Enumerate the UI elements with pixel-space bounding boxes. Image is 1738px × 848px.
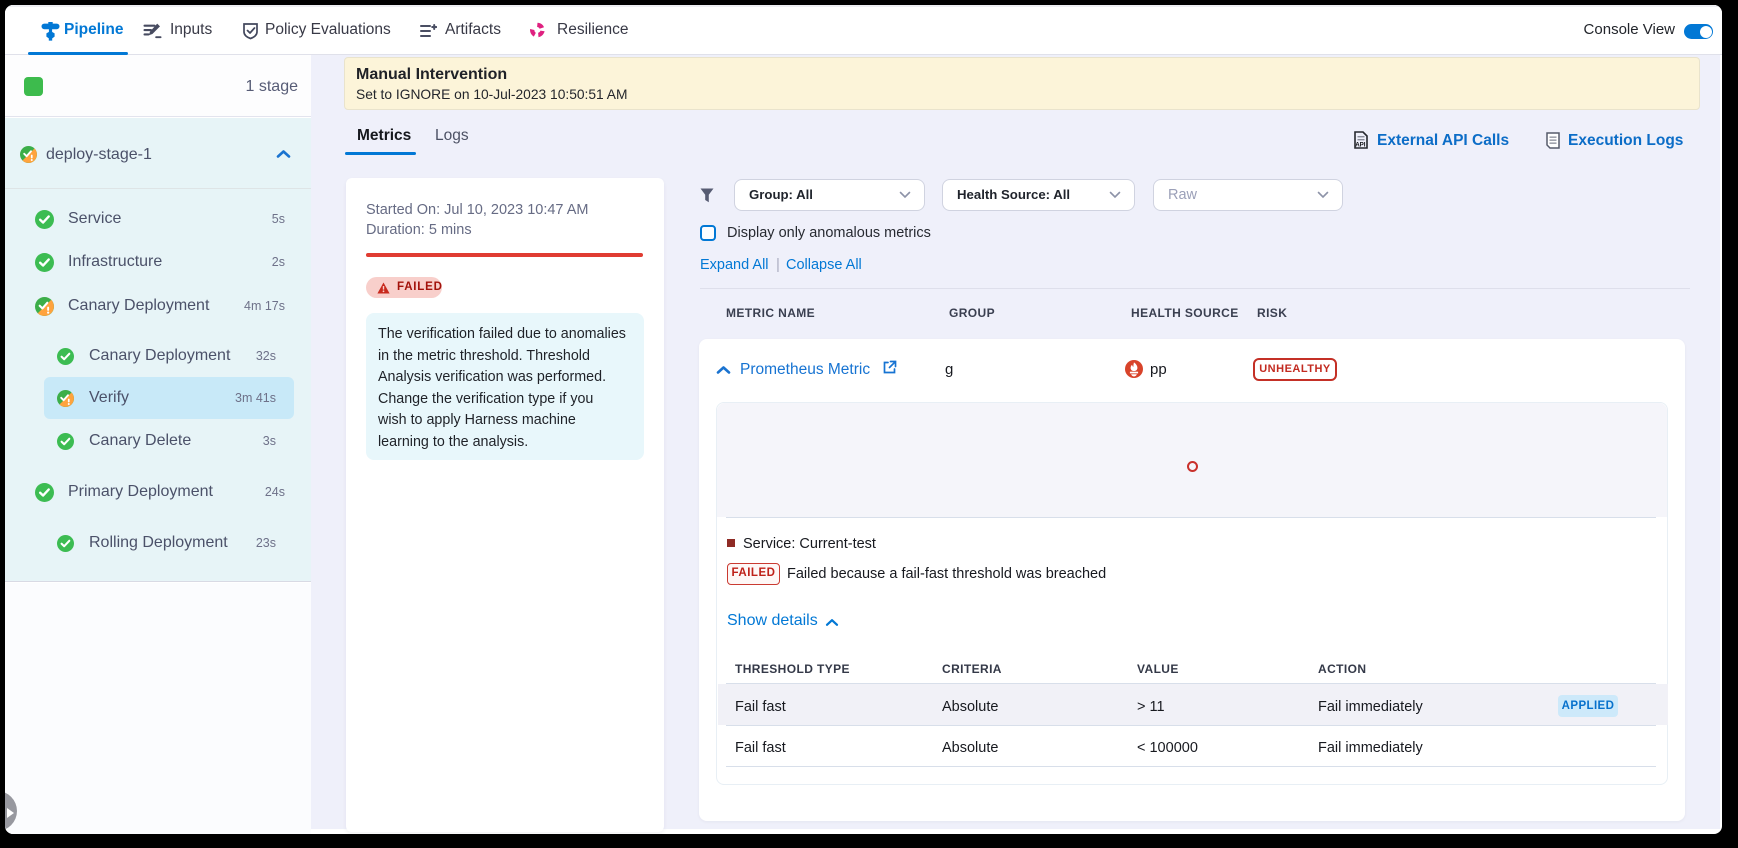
svg-text:API: API: [1355, 142, 1366, 149]
